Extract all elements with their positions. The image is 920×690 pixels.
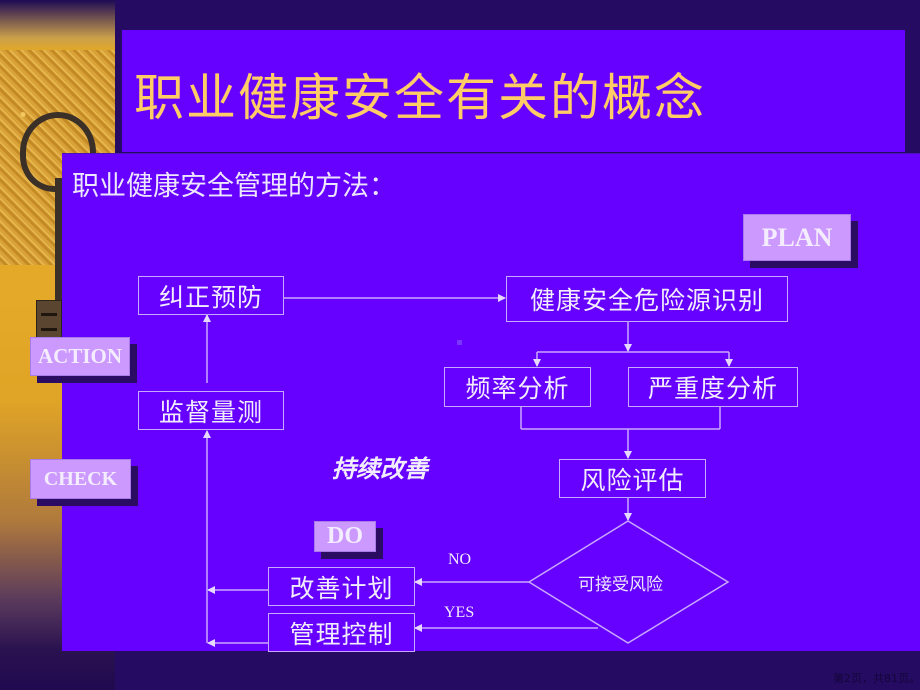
node-hazard-identification: 健康安全危险源识别 [506,276,788,322]
flow-connectors [203,294,733,647]
tag-check: CHECK [30,459,131,499]
node-improvement-plan: 改善计划 [268,567,415,606]
tag-action: ACTION [30,337,130,376]
node-severity-analysis: 严重度分析 [628,367,798,407]
node-frequency-analysis: 频率分析 [444,367,591,407]
branch-no-label: NO [448,551,472,568]
node-risk-assessment: 风险评估 [559,459,706,498]
node-monitoring-measurement: 监督量测 [138,391,284,430]
decision-acceptable-risk-label: 可接受风险 [578,575,663,595]
tag-do: DO [314,521,376,552]
tag-plan: PLAN [743,214,851,261]
node-management-control: 管理控制 [268,613,415,652]
branch-yes-label: YES [444,604,475,621]
page-indicator: 第2页，共81页。 [833,672,920,685]
continuous-improvement-label: 持续改善 [332,455,428,483]
node-corrective-prevention: 纠正预防 [138,276,284,315]
